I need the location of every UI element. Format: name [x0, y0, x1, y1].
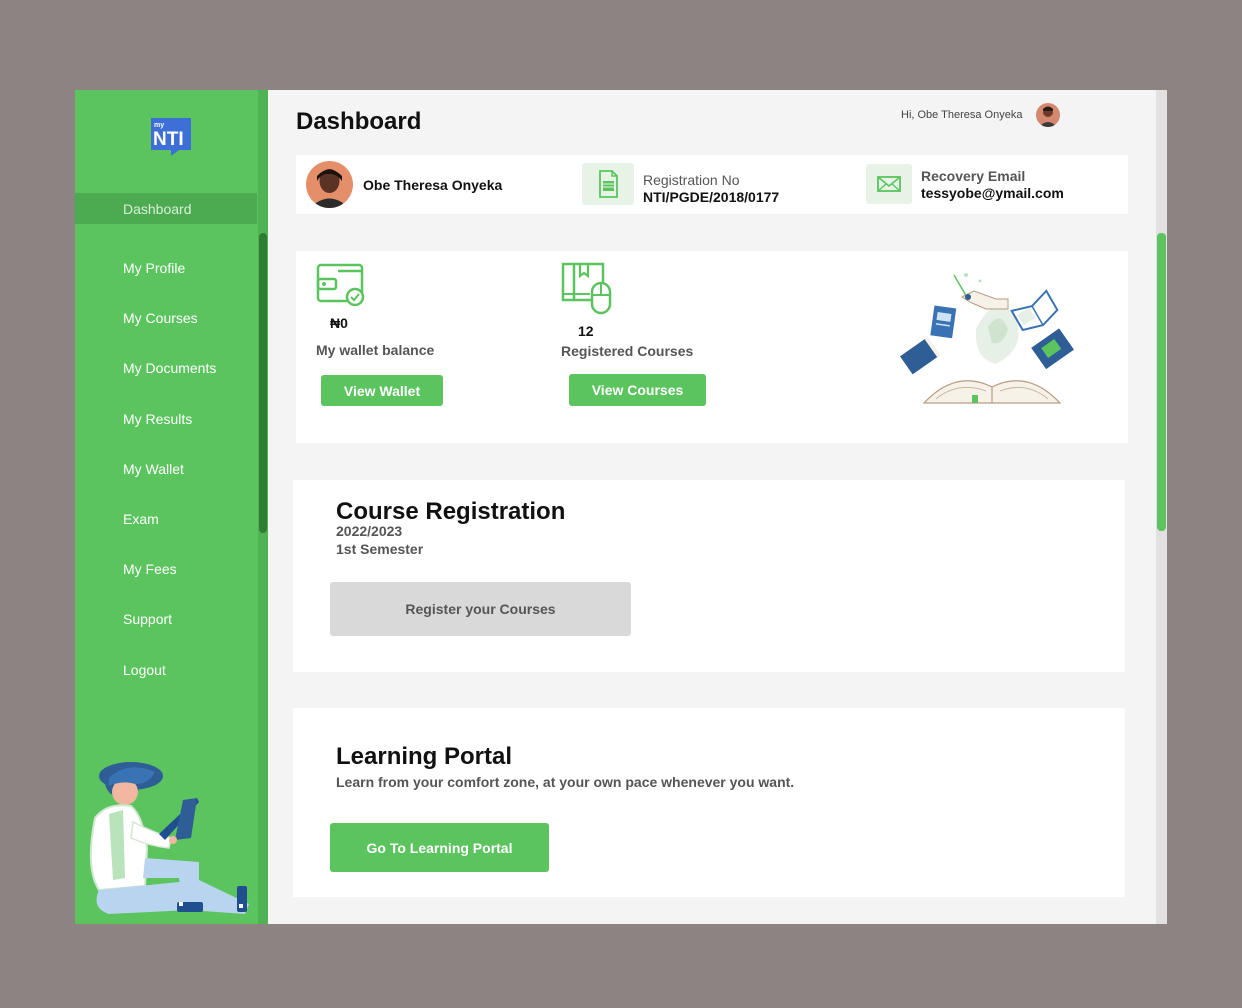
learning-portal-card: Learning Portal Learn from your comfort …	[293, 708, 1125, 897]
sidebar-item-my-profile[interactable]: My Profile	[75, 243, 257, 293]
registered-courses-count: 12	[578, 323, 594, 339]
sidebar-nav: Dashboard My Profile My Courses My Docum…	[75, 193, 257, 695]
email-icon-box	[866, 164, 912, 204]
registration-icon-box	[582, 163, 634, 205]
sidebar-item-my-wallet[interactable]: My Wallet	[75, 444, 257, 494]
email-label: Recovery Email	[921, 168, 1026, 184]
stats-card: ₦0 My wallet balance View Wallet 12 Regi…	[296, 251, 1128, 443]
view-wallet-button[interactable]: View Wallet	[321, 375, 443, 406]
sidebar-item-my-fees[interactable]: My Fees	[75, 544, 257, 594]
course-registration-session: 2022/2023	[336, 523, 403, 539]
document-icon	[599, 170, 618, 198]
sidebar-item-dashboard[interactable]: Dashboard	[75, 193, 257, 224]
sidebar-item-my-documents[interactable]: My Documents	[75, 343, 257, 393]
nti-logo[interactable]: my NTI	[149, 116, 193, 158]
course-registration-title: Course Registration	[336, 498, 566, 525]
course-registration-card: Course Registration 2022/2023 1st Semest…	[293, 480, 1125, 672]
profile-avatar	[306, 161, 353, 208]
learning-portal-title: Learning Portal	[336, 743, 513, 770]
registered-courses-label: Registered Courses	[561, 343, 694, 359]
courses-icon	[561, 262, 612, 315]
main-scrollbar-thumb[interactable]	[1157, 233, 1166, 531]
registration-number: NTI/PGDE/2018/0177	[643, 189, 780, 205]
wallet-balance-amount: ₦0	[330, 315, 348, 331]
sidebar-item-exam[interactable]: Exam	[75, 494, 257, 544]
page-title: Dashboard	[296, 108, 422, 135]
books-illustration	[900, 273, 1074, 404]
logo-small-text: my	[154, 122, 164, 129]
learning-portal-subtitle: Learn from your comfort zone, at your ow…	[336, 774, 795, 790]
logo-text: NTI	[153, 129, 184, 150]
view-courses-button[interactable]: View Courses	[569, 374, 706, 406]
app-window: my NTI Dashboard My Profile My Courses M…	[75, 90, 1167, 924]
go-to-learning-portal-button[interactable]: Go To Learning Portal	[330, 823, 549, 872]
sidebar-item-my-results[interactable]: My Results	[75, 394, 257, 444]
registration-label: Registration No	[643, 172, 740, 188]
wallet-icon	[316, 263, 365, 307]
user-avatar[interactable]	[1036, 103, 1060, 127]
email-value: tessyobe@ymail.com	[921, 185, 1064, 201]
wallet-balance-label: My wallet balance	[316, 342, 435, 358]
sidebar-item-logout[interactable]: Logout	[75, 645, 257, 695]
register-courses-button[interactable]: Register your Courses	[330, 582, 631, 636]
user-greeting: Hi, Obe Theresa Onyeka	[901, 109, 1023, 121]
sidebar-item-my-courses[interactable]: My Courses	[75, 293, 257, 343]
mail-icon	[877, 176, 901, 192]
sidebar: my NTI Dashboard My Profile My Courses M…	[75, 90, 268, 924]
student-laptop-illustration	[89, 762, 250, 914]
profile-info-card: Obe Theresa Onyeka Registration No NTI/P…	[296, 155, 1128, 214]
profile-name: Obe Theresa Onyeka	[363, 177, 503, 193]
sidebar-scrollbar-thumb[interactable]	[259, 233, 267, 533]
course-registration-semester: 1st Semester	[336, 541, 424, 557]
sidebar-item-support[interactable]: Support	[75, 594, 257, 644]
